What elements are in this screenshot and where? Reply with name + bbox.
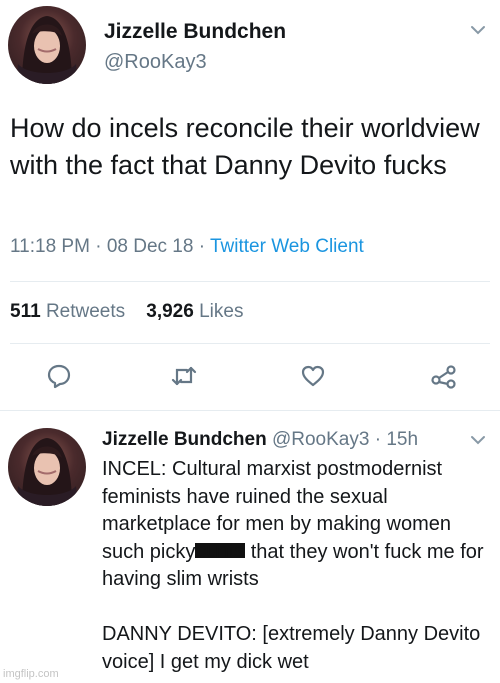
likes-count: 3,926 [146, 301, 194, 322]
redaction-bar: cunts [195, 539, 246, 562]
main-tweet: Jizzelle Bundchen @RooKay3 How do incels… [0, 0, 500, 408]
like-icon[interactable] [300, 363, 326, 389]
tweet-metadata: 11:18 PM · 08 Dec 18 · Twitter Web Clien… [10, 236, 364, 258]
retweets-stat[interactable]: 511 Retweets [10, 301, 130, 322]
likes-stat[interactable]: 3,926 Likes [146, 301, 243, 322]
divider [10, 343, 490, 344]
reply-icon[interactable] [46, 363, 72, 389]
retweets-count: 511 [10, 301, 41, 322]
chevron-down-icon[interactable] [470, 22, 486, 40]
tweet-time[interactable]: 11:18 PM [10, 236, 90, 257]
author-name[interactable]: Jizzelle Bundchen [104, 20, 286, 44]
author-handle[interactable]: @RooKay3 [104, 51, 207, 74]
reply-author-name[interactable]: Jizzelle Bundchen [102, 429, 267, 450]
reply-text: INCEL: Cultural marxist postmodernist fe… [102, 456, 492, 676]
tweet-separator [0, 410, 500, 411]
reply-author-handle[interactable]: @RooKay3 [272, 429, 369, 450]
reply-time[interactable]: 15h [386, 429, 418, 450]
retweet-icon[interactable] [170, 363, 197, 389]
retweets-label: Retweets [45, 301, 126, 322]
tweet-stats: 511 Retweets 3,926 Likes [10, 301, 243, 323]
likes-label: Likes [199, 301, 244, 322]
avatar-image [16, 16, 78, 84]
meta-separator: · [95, 236, 102, 257]
meta-separator: · [198, 236, 206, 257]
share-icon[interactable] [430, 363, 456, 389]
tweet-client[interactable]: Twitter Web Client [210, 236, 364, 257]
reply-separator: · [374, 429, 382, 450]
main-avatar[interactable] [8, 6, 86, 84]
tweet-date[interactable]: 08 Dec 18 [107, 236, 194, 257]
reply-header: Jizzelle Bundchen @RooKay3 · 15h [102, 429, 418, 451]
watermark: imgflip.com [3, 668, 59, 680]
chevron-down-icon[interactable] [470, 432, 486, 450]
reply-text-part3: DANNY DEVITO: [extremely Danny Devito vo… [102, 623, 481, 673]
avatar-image [16, 438, 78, 506]
tweet-text: How do incels reconcile their worldview … [10, 113, 480, 180]
divider [10, 281, 490, 282]
reply-avatar[interactable] [8, 428, 86, 506]
